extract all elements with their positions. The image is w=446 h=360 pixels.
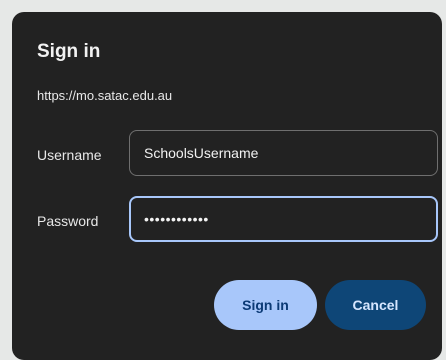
username-label: Username <box>37 147 102 163</box>
cancel-button[interactable]: Cancel <box>325 280 426 330</box>
password-label: Password <box>37 213 99 229</box>
sign-in-dialog: Sign in https://mo.satac.edu.au Username… <box>12 12 442 360</box>
username-field[interactable] <box>129 130 438 176</box>
sign-in-button[interactable]: Sign in <box>214 280 317 330</box>
dialog-title: Sign in <box>37 41 101 62</box>
site-url: https://mo.satac.edu.au <box>37 88 173 103</box>
password-field[interactable] <box>129 196 438 242</box>
